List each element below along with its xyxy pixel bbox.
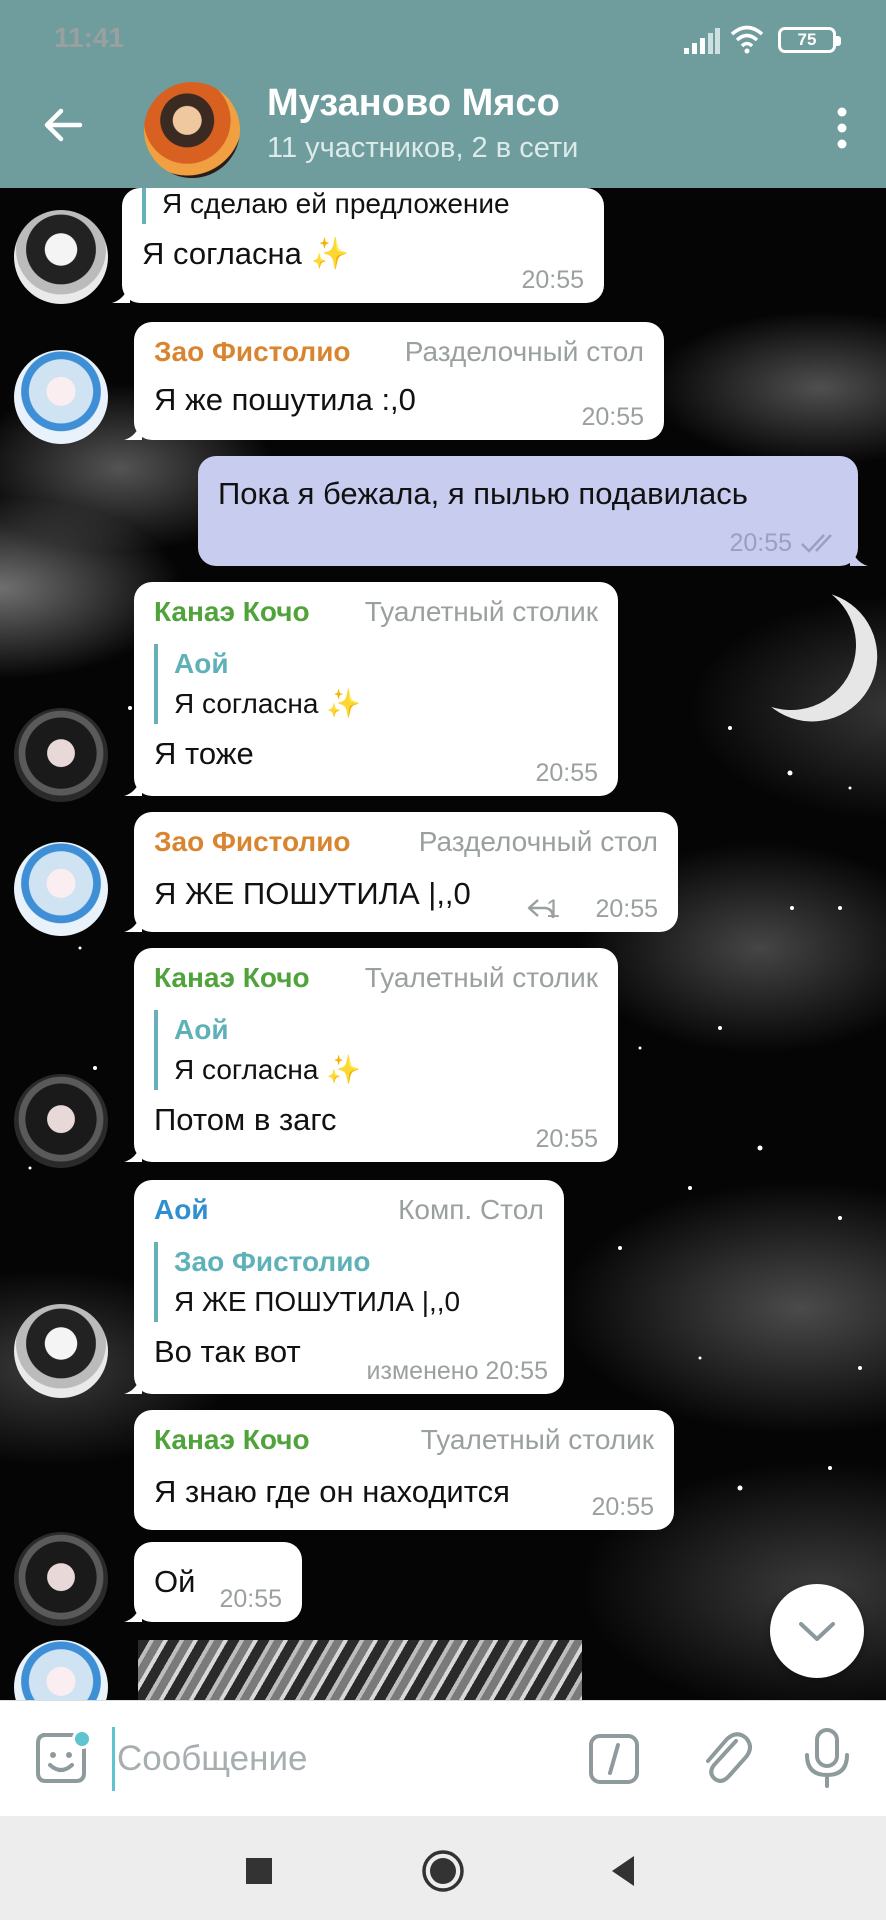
avatar-kanae[interactable]: [14, 1532, 108, 1626]
message-time: 20:55: [591, 1493, 654, 1521]
chat-subtitle[interactable]: 11 участников, 2 в сети: [267, 132, 578, 165]
battery-level: 75: [797, 30, 817, 49]
scroll-down-button[interactable]: [770, 1584, 864, 1678]
system-nav-bar: [0, 1816, 886, 1920]
message-bubble[interactable]: Аой Комп. Стол Зао Фистолио Я ЖЕ ПОШУТИЛ…: [124, 1180, 564, 1394]
signal-icon: [684, 28, 720, 54]
back-arrow-icon[interactable]: [40, 102, 86, 148]
message-sender-role: Разделочный стол: [404, 336, 644, 367]
avatar-aoi[interactable]: [14, 210, 108, 304]
message-time: изменено 20:55: [366, 1357, 548, 1385]
reply-quote[interactable]: Аой Я согласна ✨: [154, 1010, 361, 1090]
message-bubble[interactable]: Ой 20:55: [124, 1542, 302, 1622]
message-bubble[interactable]: Зао Фистолио Разделочный стол Я же пошут…: [124, 322, 664, 440]
reply-text: Я согласна ✨: [174, 1054, 362, 1085]
avatar-kanae[interactable]: [14, 1074, 108, 1168]
message-text: Я согласна ✨: [142, 236, 350, 271]
reply-text: Я сделаю ей предложение: [162, 188, 510, 219]
wifi-icon: [730, 25, 764, 54]
chat-header: Музаново Мясо 11 участников, 2 в сети: [0, 80, 886, 188]
reply-name: Зао Фистолио: [174, 1246, 371, 1277]
message-text: Я тоже: [154, 736, 254, 771]
message-bubble[interactable]: Я сделаю ей предложение Я согласна ✨ 20:…: [112, 188, 604, 303]
paperclip-icon[interactable]: [696, 1727, 752, 1787]
avatar-zao[interactable]: [14, 1640, 108, 1700]
bubble-tail: [112, 281, 130, 303]
bubble-tail: [124, 418, 142, 440]
message-time: 20:55: [595, 895, 658, 923]
message-input-bar: [0, 1700, 886, 1816]
message-sender-role: Туалетный столик: [420, 1424, 654, 1455]
nav-back-icon[interactable]: [602, 1848, 648, 1894]
message-text: Пока я бежала, я пылью подавилась: [218, 476, 748, 511]
microphone-icon[interactable]: [800, 1727, 854, 1789]
message-sender-role: Туалетный столик: [364, 962, 598, 993]
nav-square-icon[interactable]: [236, 1848, 282, 1894]
message-sender[interactable]: Канаэ Кочо: [154, 962, 310, 994]
message-sender-role: Разделочный стол: [418, 826, 658, 857]
message-bubble[interactable]: Канаэ Кочо Туалетный столик Аой Я соглас…: [124, 948, 618, 1162]
sticker-badge: [72, 1729, 92, 1749]
message-sender-role: Туалетный столик: [364, 596, 598, 627]
avatar-zao[interactable]: [14, 842, 108, 936]
message-sender[interactable]: Канаэ Кочо: [154, 596, 310, 628]
reply-count[interactable]: 1: [546, 895, 560, 924]
nav-circle-icon[interactable]: [420, 1848, 466, 1894]
message-text: Я ЖЕ ПОШУТИЛА |,,0: [154, 876, 471, 911]
chevron-down-icon: [799, 1622, 835, 1641]
message-text: Ой: [154, 1564, 196, 1599]
message-sender[interactable]: Аой: [154, 1194, 209, 1226]
message-bubble-outgoing[interactable]: Пока я бежала, я пылью подавилась 20:55: [198, 456, 868, 566]
bot-command-icon[interactable]: [588, 1733, 640, 1785]
reply-quote[interactable]: Я сделаю ей предложение: [142, 188, 510, 224]
reply-text: Я ЖЕ ПОШУТИЛА |,,0: [174, 1286, 461, 1317]
message-text: Я же пошутила :,0: [154, 382, 416, 417]
message-time: 20:55: [535, 1125, 598, 1153]
message-sender[interactable]: Зао Фистолио: [154, 336, 351, 368]
reply-name: Аой: [174, 648, 229, 679]
reply-quote[interactable]: Зао Фистолио Я ЖЕ ПОШУТИЛА |,,0: [154, 1242, 460, 1322]
message-time: 20:55: [535, 759, 598, 787]
battery-icon: 75: [778, 27, 841, 53]
message-bubble[interactable]: Зао Фистолио Разделочный стол Я ЖЕ ПОШУТ…: [124, 812, 678, 932]
message-image[interactable]: [138, 1640, 582, 1700]
double-check-icon: [801, 534, 832, 553]
bubble-tail: [124, 774, 142, 796]
message-text: Я знаю где он находится: [154, 1474, 510, 1509]
message-time: 20:55: [729, 529, 792, 557]
chat-title[interactable]: Музаново Мясо: [267, 82, 560, 125]
wallpaper-moon: [708, 562, 875, 729]
reply-name: Аой: [174, 1014, 229, 1045]
bubble-tail: [124, 1372, 142, 1394]
message-time: 20:55: [219, 1585, 282, 1613]
reply-quote[interactable]: Аой Я согласна ✨: [154, 644, 361, 724]
message-sender-role: Комп. Стол: [398, 1194, 544, 1225]
avatar-zao[interactable]: [14, 350, 108, 444]
message-bubble[interactable]: Канаэ Кочо Туалетный столик Аой Я соглас…: [124, 582, 618, 796]
avatar-kanae[interactable]: [14, 708, 108, 802]
bubble-tail: [124, 910, 142, 932]
bubble-tail: [124, 1600, 142, 1622]
bubble-tail: [850, 544, 868, 566]
reply-text: Я согласна ✨: [174, 688, 362, 719]
avatar-aoi[interactable]: [14, 1304, 108, 1398]
message-sender[interactable]: Зао Фистолио: [154, 826, 351, 858]
message-bubble[interactable]: Канаэ Кочо Туалетный столик Я знаю где о…: [134, 1410, 674, 1530]
status-bar: 11:41 75: [0, 0, 886, 80]
message-time: 20:55: [521, 266, 584, 294]
message-input[interactable]: [112, 1727, 562, 1791]
message-sender[interactable]: Канаэ Кочо: [154, 1424, 310, 1456]
message-text: Потом в загс: [154, 1102, 337, 1137]
chat-area[interactable]: Я сделаю ей предложение Я согласна ✨ 20:…: [0, 188, 886, 1700]
message-text: Во так вот: [154, 1334, 301, 1369]
group-avatar[interactable]: [144, 82, 240, 178]
bubble-tail: [124, 1140, 142, 1162]
message-time: 20:55: [581, 403, 644, 431]
more-vert-icon[interactable]: [836, 106, 848, 150]
